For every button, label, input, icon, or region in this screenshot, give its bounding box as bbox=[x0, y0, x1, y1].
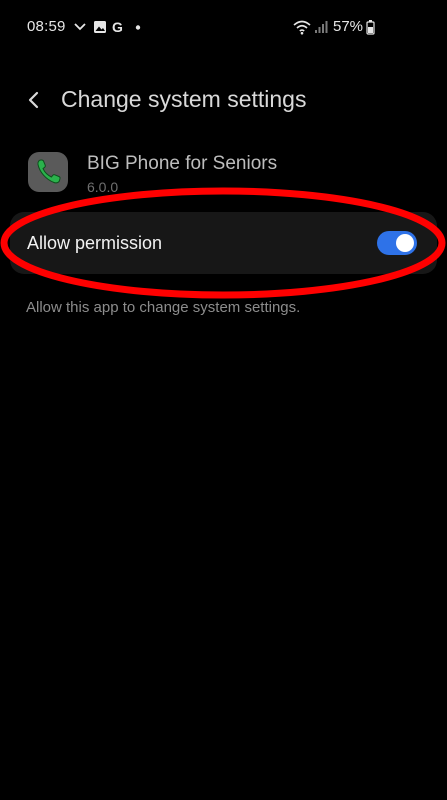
status-bar: 08:59 G 57% bbox=[0, 0, 447, 56]
app-name: BIG Phone for Seniors bbox=[87, 153, 278, 174]
allow-permission-toggle[interactable] bbox=[377, 231, 417, 255]
signal-icon bbox=[315, 21, 328, 33]
app-icon bbox=[28, 152, 68, 192]
google-icon: G bbox=[112, 19, 123, 35]
dot-icon bbox=[135, 25, 141, 30]
status-time: 08:59 bbox=[27, 18, 66, 35]
battery-percent: 57% bbox=[333, 18, 364, 35]
permission-description: Allow this app to change system settings… bbox=[26, 299, 301, 316]
toggle-knob bbox=[396, 234, 414, 252]
chevron-down-icon bbox=[74, 23, 86, 31]
back-button[interactable] bbox=[20, 84, 52, 116]
svg-text:G: G bbox=[112, 19, 123, 35]
wifi-icon bbox=[293, 20, 311, 35]
allow-permission-row[interactable]: Allow permission bbox=[10, 212, 437, 274]
app-info: BIG Phone for Seniors 6.0.0 bbox=[0, 147, 447, 203]
gallery-icon bbox=[94, 21, 106, 33]
header: Change system settings bbox=[0, 78, 447, 122]
allow-permission-label: Allow permission bbox=[27, 233, 163, 253]
phone-icon bbox=[37, 159, 61, 184]
app-version: 6.0.0 bbox=[87, 179, 119, 195]
battery-icon bbox=[366, 20, 375, 35]
page-title: Change system settings bbox=[61, 86, 307, 112]
back-arrow-icon bbox=[28, 91, 39, 109]
